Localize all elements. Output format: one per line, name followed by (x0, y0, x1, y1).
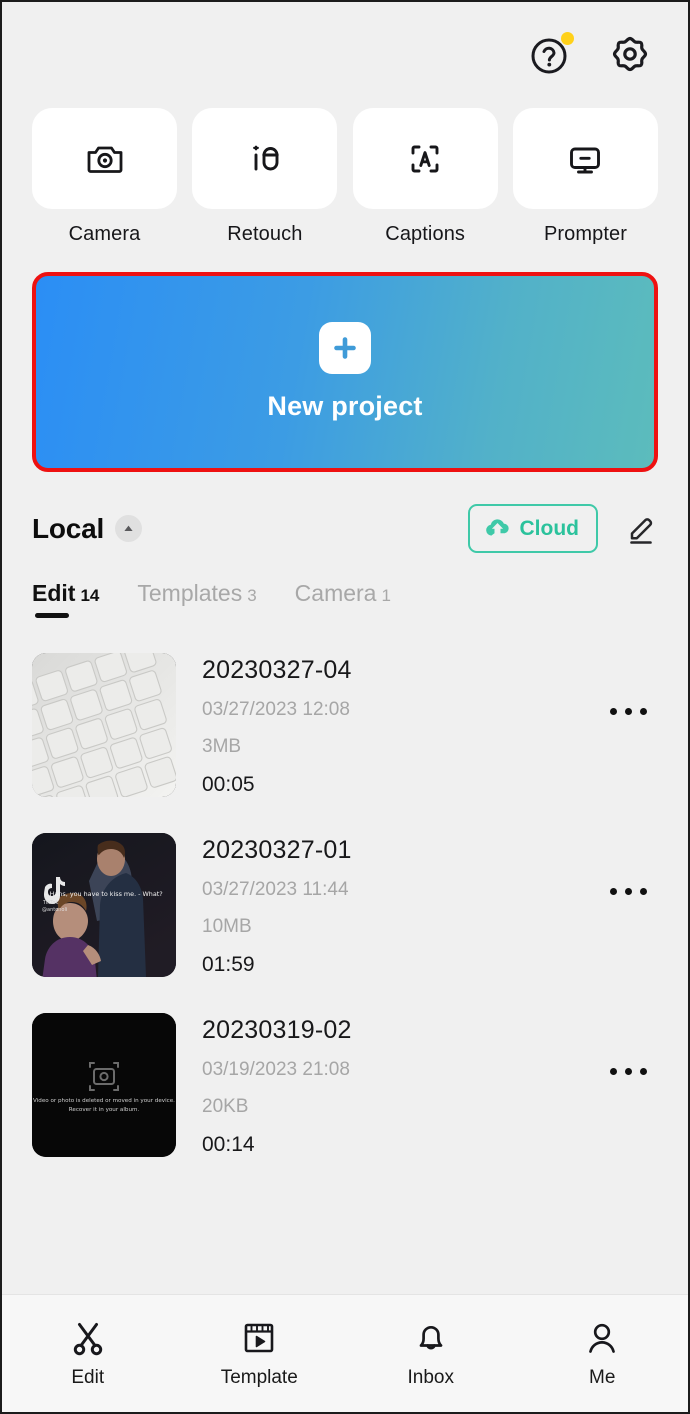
project-thumbnail[interactable] (32, 653, 176, 797)
camera-icon (83, 137, 127, 181)
local-section-header: Local Cloud (2, 472, 688, 553)
quick-action-prompter-label: Prompter (543, 223, 627, 245)
tab-templates[interactable]: Templates 3 (137, 580, 256, 621)
gear-icon (608, 33, 652, 77)
quick-action-captions[interactable]: Captions (352, 108, 498, 246)
quick-action-captions-label: Captions (385, 223, 466, 245)
film-play-icon (239, 1318, 279, 1358)
pencil-icon (624, 512, 658, 546)
project-date: 03/27/2023 12:08 (202, 699, 350, 720)
nav-item-edit[interactable]: Edit (2, 1318, 174, 1389)
quick-action-prompter-tile[interactable] (512, 108, 658, 209)
bell-icon (411, 1318, 451, 1358)
nav-item-template[interactable]: Template (174, 1318, 346, 1389)
tab-templates-label: Templates (137, 580, 243, 606)
quick-action-retouch[interactable]: Retouch (192, 108, 338, 246)
help-button[interactable] (528, 32, 574, 77)
nav-item-edit-label: Edit (71, 1367, 105, 1388)
prompter-icon (563, 137, 607, 181)
edit-projects-button[interactable] (624, 512, 658, 546)
project-duration: 00:14 (202, 1133, 255, 1156)
caret-up-icon (122, 522, 135, 535)
project-meta: 20230327-01 03/27/2023 11:44 10MB 01:59 (202, 833, 598, 977)
project-title: 20230319-02 (202, 1016, 352, 1044)
tab-templates-count: 3 (247, 586, 257, 605)
retouch-icon (243, 137, 287, 181)
table-row[interactable]: 20230327-04 03/27/2023 12:08 3MB 00:05 (32, 639, 658, 819)
more-horizontal-icon (609, 887, 647, 895)
plus-icon (330, 333, 360, 363)
svg-text:@antonoli: @antonoli (42, 907, 67, 913)
nav-item-me[interactable]: Me (517, 1318, 689, 1389)
project-size: 10MB (202, 916, 252, 937)
local-collapse-button[interactable] (115, 515, 143, 542)
keyboard-photo (32, 653, 176, 797)
svg-text:Recover it in your album.: Recover it in your album. (69, 1107, 140, 1113)
project-date: 03/27/2023 11:44 (202, 879, 349, 900)
animation-scene-photo: TikTok @antonoli - Hans, you have to kis… (32, 833, 176, 977)
local-title: Local (32, 512, 105, 544)
tab-camera-count: 1 (381, 586, 391, 605)
nav-item-me-label: Me (589, 1367, 616, 1388)
svg-text:Video or photo is deleted or m: Video or photo is deleted or moved in yo… (33, 1098, 175, 1104)
new-project-button[interactable]: New project (32, 272, 658, 472)
project-size: 3MB (202, 736, 242, 757)
cloud-button[interactable]: Cloud (467, 504, 598, 553)
project-more-button[interactable] (598, 681, 658, 741)
tab-edit-count: 14 (80, 586, 100, 605)
tab-camera-label: Camera (294, 580, 377, 606)
tab-active-indicator (35, 613, 69, 618)
tab-camera[interactable]: Camera 1 (295, 580, 391, 621)
cloud-upload-icon (484, 515, 511, 542)
tab-edit[interactable]: Edit 14 (32, 580, 99, 621)
new-project-section: New project (2, 246, 688, 472)
project-title: 20230327-04 (202, 656, 352, 684)
top-bar (2, 2, 688, 108)
nav-item-inbox-label: Inbox (407, 1367, 454, 1388)
app-root: Camera Retouch Captions Prompter New pro… (0, 0, 690, 1414)
quick-action-retouch-tile[interactable] (192, 108, 338, 209)
quick-action-prompter[interactable]: Prompter (512, 108, 658, 246)
project-more-button[interactable] (598, 861, 658, 921)
bottom-navigation: Edit Template Inbox Me (2, 1294, 688, 1412)
table-row[interactable]: TikTok @antonoli - Hans, you have to kis… (32, 819, 658, 999)
quick-action-retouch-label: Retouch (227, 223, 303, 245)
quick-action-captions-tile[interactable] (352, 108, 498, 209)
notification-dot-badge (561, 32, 574, 45)
new-project-label: New project (267, 391, 423, 421)
nav-item-template-label: Template (220, 1367, 298, 1388)
quick-action-camera[interactable]: Camera (32, 108, 177, 246)
nav-item-inbox[interactable]: Inbox (345, 1318, 517, 1389)
person-icon (582, 1318, 622, 1358)
project-duration: 00:05 (202, 773, 255, 796)
project-thumbnail[interactable]: TikTok @antonoli - Hans, you have to kis… (32, 833, 176, 977)
tab-edit-label: Edit (32, 580, 76, 606)
svg-text:- Hans, you have to kiss me. -: - Hans, you have to kiss me. - What? (45, 890, 162, 898)
project-duration: 01:59 (202, 953, 255, 976)
project-more-button[interactable] (598, 1041, 658, 1101)
project-tabs: Edit 14 Templates 3 Camera 1 (2, 553, 688, 621)
quick-action-camera-label: Camera (68, 223, 141, 245)
project-meta: 20230327-04 03/27/2023 12:08 3MB 00:05 (202, 653, 598, 797)
more-horizontal-icon (609, 1067, 647, 1075)
project-meta: 20230319-02 03/19/2023 21:08 20KB 00:14 (202, 1013, 598, 1157)
quick-actions-row: Camera Retouch Captions Prompter (2, 108, 688, 246)
new-project-plus-tile (319, 322, 371, 374)
cloud-button-label: Cloud (519, 516, 579, 540)
svg-text:TikTok: TikTok (42, 900, 58, 906)
missing-media-placeholder: Video or photo is deleted or moved in yo… (32, 1013, 176, 1157)
quick-action-camera-tile[interactable] (32, 108, 177, 209)
project-list: 20230327-04 03/27/2023 12:08 3MB 00:05 T… (2, 621, 688, 1294)
project-title: 20230327-01 (202, 836, 352, 864)
more-horizontal-icon (609, 707, 647, 715)
scissors-icon (68, 1318, 108, 1358)
settings-button[interactable] (608, 33, 652, 77)
project-thumbnail[interactable]: Video or photo is deleted or moved in yo… (32, 1013, 176, 1157)
project-size: 20KB (202, 1096, 249, 1117)
project-date: 03/19/2023 21:08 (202, 1059, 350, 1080)
captions-icon (403, 137, 447, 181)
table-row[interactable]: Video or photo is deleted or moved in yo… (32, 999, 658, 1179)
